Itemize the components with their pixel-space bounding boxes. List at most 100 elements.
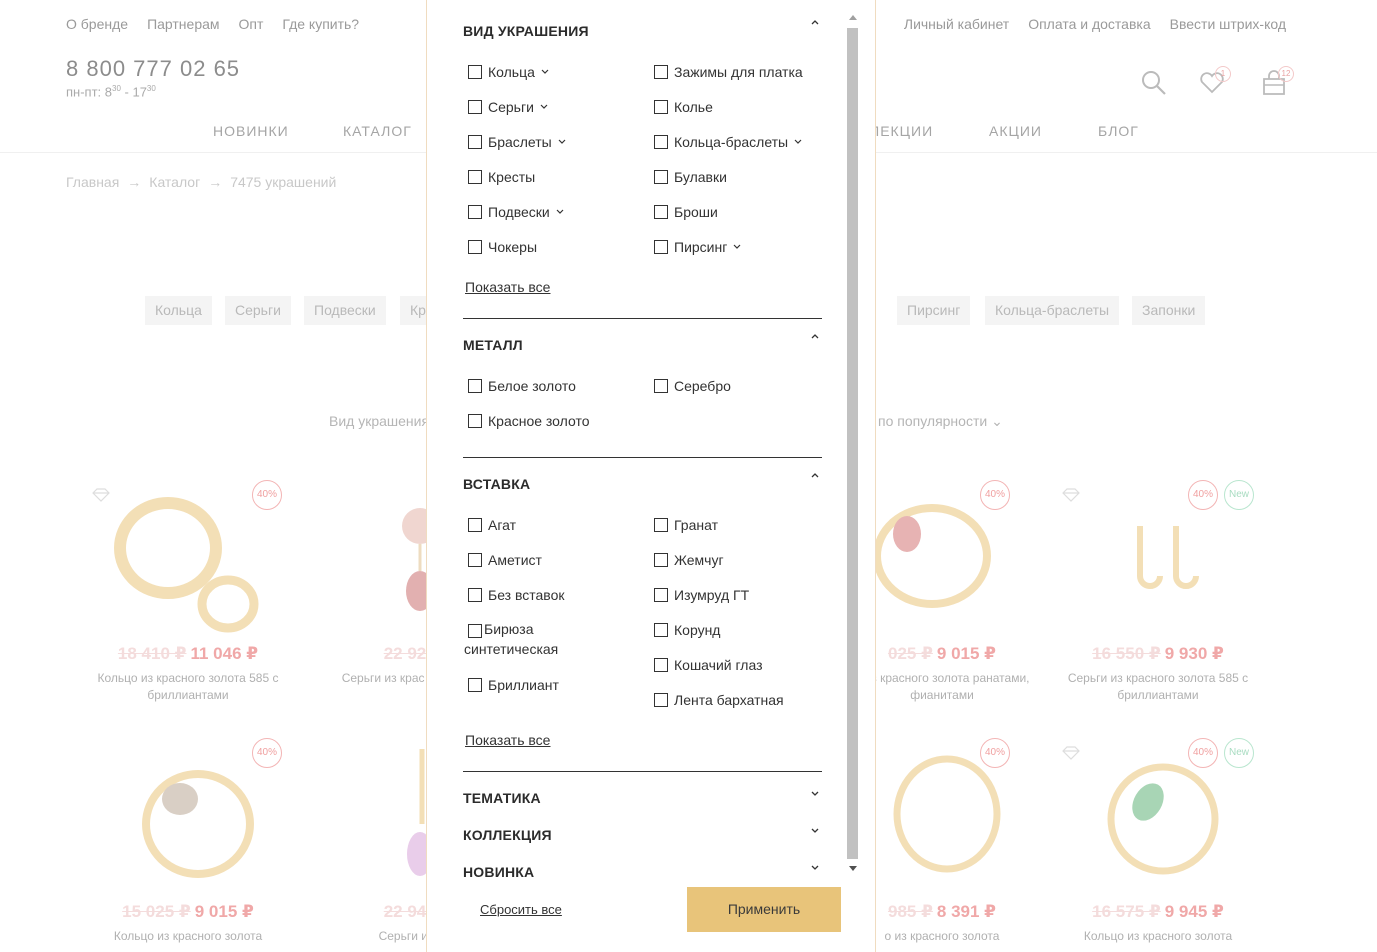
checkbox-synthetic-turquoise[interactable]: Бирюза синтетическая (464, 621, 618, 659)
checkbox-box[interactable] (654, 518, 668, 532)
checkbox-box[interactable] (654, 588, 668, 602)
show-all-types-link[interactable]: Показать все (465, 279, 550, 295)
nav-new[interactable]: НОВИНКИ (213, 123, 289, 139)
section-title-theme[interactable]: ТЕМАТИКА (463, 790, 541, 806)
checkbox-box[interactable] (654, 100, 668, 114)
sort-dropdown[interactable]: по популярности ⌄ (878, 413, 1003, 430)
checkbox-diamond[interactable]: Бриллиант (468, 677, 559, 693)
chevron-down-icon[interactable] (558, 139, 566, 144)
product-card[interactable]: 40% 18 410 ₽11 046 ₽ Кольцо из красного … (88, 480, 288, 704)
reset-all-link[interactable]: Сбросить все (480, 902, 562, 917)
checkbox-garnet[interactable]: Гранат (654, 517, 718, 533)
chevron-down-icon[interactable] (733, 244, 741, 249)
link-wholesale[interactable]: Опт (239, 16, 264, 32)
checkbox-ring-bracelets[interactable]: Кольца-браслеты (654, 134, 802, 150)
chip-earrings[interactable]: Серьги (225, 296, 291, 325)
checkbox-amethyst[interactable]: Аметист (468, 552, 542, 568)
product-card[interactable]: 40% 15 025 ₽9 015 ₽ Кольцо из красного з… (88, 738, 288, 945)
chevron-down-icon[interactable] (810, 788, 820, 798)
chevron-down-icon[interactable] (794, 139, 802, 144)
checkbox-necklaces[interactable]: Колье (654, 99, 713, 115)
chevron-down-icon[interactable] (540, 104, 548, 109)
nav-collections[interactable]: ЛЕКЦИИ (870, 123, 933, 139)
section-title-insert[interactable]: ВСТАВКА (463, 476, 530, 492)
section-title-novelty[interactable]: НОВИНКА (463, 864, 534, 880)
checkbox-box[interactable] (468, 135, 482, 149)
checkbox-box[interactable] (654, 135, 668, 149)
nav-catalog[interactable]: КАТАЛОГ (343, 123, 412, 139)
chevron-up-icon[interactable] (810, 332, 820, 342)
filter-scrollbar[interactable] (845, 10, 861, 878)
checkbox-box[interactable] (654, 205, 668, 219)
checkbox-box[interactable] (468, 414, 482, 428)
checkbox-no-inserts[interactable]: Без вставок (468, 587, 565, 603)
checkbox-emerald[interactable]: Изумруд ГТ (654, 587, 749, 603)
chip-cufflinks[interactable]: Запонки (1132, 296, 1206, 325)
scrollbar-thumb[interactable] (847, 28, 858, 859)
checkbox-box[interactable] (654, 240, 668, 254)
checkbox-box[interactable] (468, 588, 482, 602)
checkbox-earrings[interactable]: Серьги (468, 99, 548, 115)
chip-ring-bracelets[interactable]: Кольца-браслеты (985, 296, 1120, 325)
section-title-type[interactable]: ВИД УКРАШЕНИЯ (463, 23, 589, 39)
chevron-down-icon[interactable] (810, 825, 820, 835)
apply-button[interactable]: Применить (687, 887, 841, 932)
link-where-to-buy[interactable]: Где купить? (282, 16, 359, 32)
chevron-up-icon[interactable] (810, 18, 820, 28)
checkbox-crosses[interactable]: Кресты (468, 169, 535, 185)
section-title-collection[interactable]: КОЛЛЕКЦИЯ (463, 827, 552, 843)
chip-rings[interactable]: Кольца (145, 296, 212, 325)
checkbox-box[interactable] (654, 658, 668, 672)
chevron-down-icon[interactable] (541, 69, 549, 74)
checkbox-box[interactable] (468, 678, 482, 692)
breadcrumb-catalog[interactable]: Каталог (149, 174, 200, 190)
checkbox-piercing[interactable]: Пирсинг (654, 239, 741, 255)
checkbox-brooches[interactable]: Броши (654, 204, 718, 220)
link-partners[interactable]: Партнерам (147, 16, 219, 32)
checkbox-scarf-clips[interactable]: Зажимы для платка (654, 64, 803, 80)
chevron-down-icon[interactable] (556, 209, 564, 214)
checkbox-box[interactable] (468, 170, 482, 184)
checkbox-box[interactable] (468, 240, 482, 254)
checkbox-box[interactable] (654, 693, 668, 707)
checkbox-box[interactable] (468, 553, 482, 567)
nav-blog[interactable]: БЛОГ (1098, 123, 1139, 139)
link-payment-delivery[interactable]: Оплата и доставка (1028, 16, 1150, 32)
checkbox-agate[interactable]: Агат (468, 517, 516, 533)
scroll-down-arrow-icon[interactable] (849, 866, 857, 872)
section-title-metal[interactable]: МЕТАЛЛ (463, 337, 523, 353)
checkbox-silver[interactable]: Серебро (654, 378, 731, 394)
chevron-up-icon[interactable] (810, 471, 820, 481)
checkbox-pins[interactable]: Булавки (654, 169, 727, 185)
checkbox-white-gold[interactable]: Белое золото (468, 378, 576, 394)
checkbox-box[interactable] (654, 170, 668, 184)
link-account[interactable]: Личный кабинет (904, 16, 1009, 32)
checkbox-bracelets[interactable]: Браслеты (468, 134, 566, 150)
product-card[interactable]: 40% New 16 575 ₽9 945 ₽ Кольцо из красно… (1058, 738, 1258, 945)
checkbox-box[interactable] (468, 205, 482, 219)
checkbox-velvet-ribbon[interactable]: Лента бархатная (654, 692, 784, 708)
checkbox-cats-eye[interactable]: Кошачий глаз (654, 657, 763, 673)
checkbox-chokers[interactable]: Чокеры (468, 239, 537, 255)
checkbox-box[interactable] (654, 65, 668, 79)
checkbox-box[interactable] (468, 65, 482, 79)
checkbox-box[interactable] (468, 518, 482, 532)
checkbox-corundum[interactable]: Корунд (654, 622, 720, 638)
link-about-brand[interactable]: О бренде (66, 16, 128, 32)
phone-number[interactable]: 8 800 777 02 65 (66, 56, 240, 82)
nav-sales[interactable]: АКЦИИ (989, 123, 1042, 139)
checkbox-box[interactable] (468, 624, 482, 638)
chip-pendants[interactable]: Подвески (304, 296, 386, 325)
checkbox-pearl[interactable]: Жемчуг (654, 552, 724, 568)
scroll-up-arrow-icon[interactable] (849, 14, 857, 20)
checkbox-rings[interactable]: Кольца (468, 64, 549, 80)
link-enter-barcode[interactable]: Ввести штрих-код (1170, 16, 1286, 32)
chevron-down-icon[interactable] (810, 862, 820, 872)
filter-scroll-area[interactable]: ВИД УКРАШЕНИЯ Кольца Серьги Браслеты Кре… (427, 0, 845, 884)
chip-piercing[interactable]: Пирсинг (897, 296, 971, 325)
checkbox-red-gold[interactable]: Красное золото (468, 413, 590, 429)
checkbox-box[interactable] (654, 623, 668, 637)
checkbox-box[interactable] (654, 553, 668, 567)
breadcrumb-home[interactable]: Главная (66, 174, 119, 190)
product-card[interactable]: 40% New 16 550 ₽9 930 ₽ Серьги из красно… (1058, 480, 1258, 704)
